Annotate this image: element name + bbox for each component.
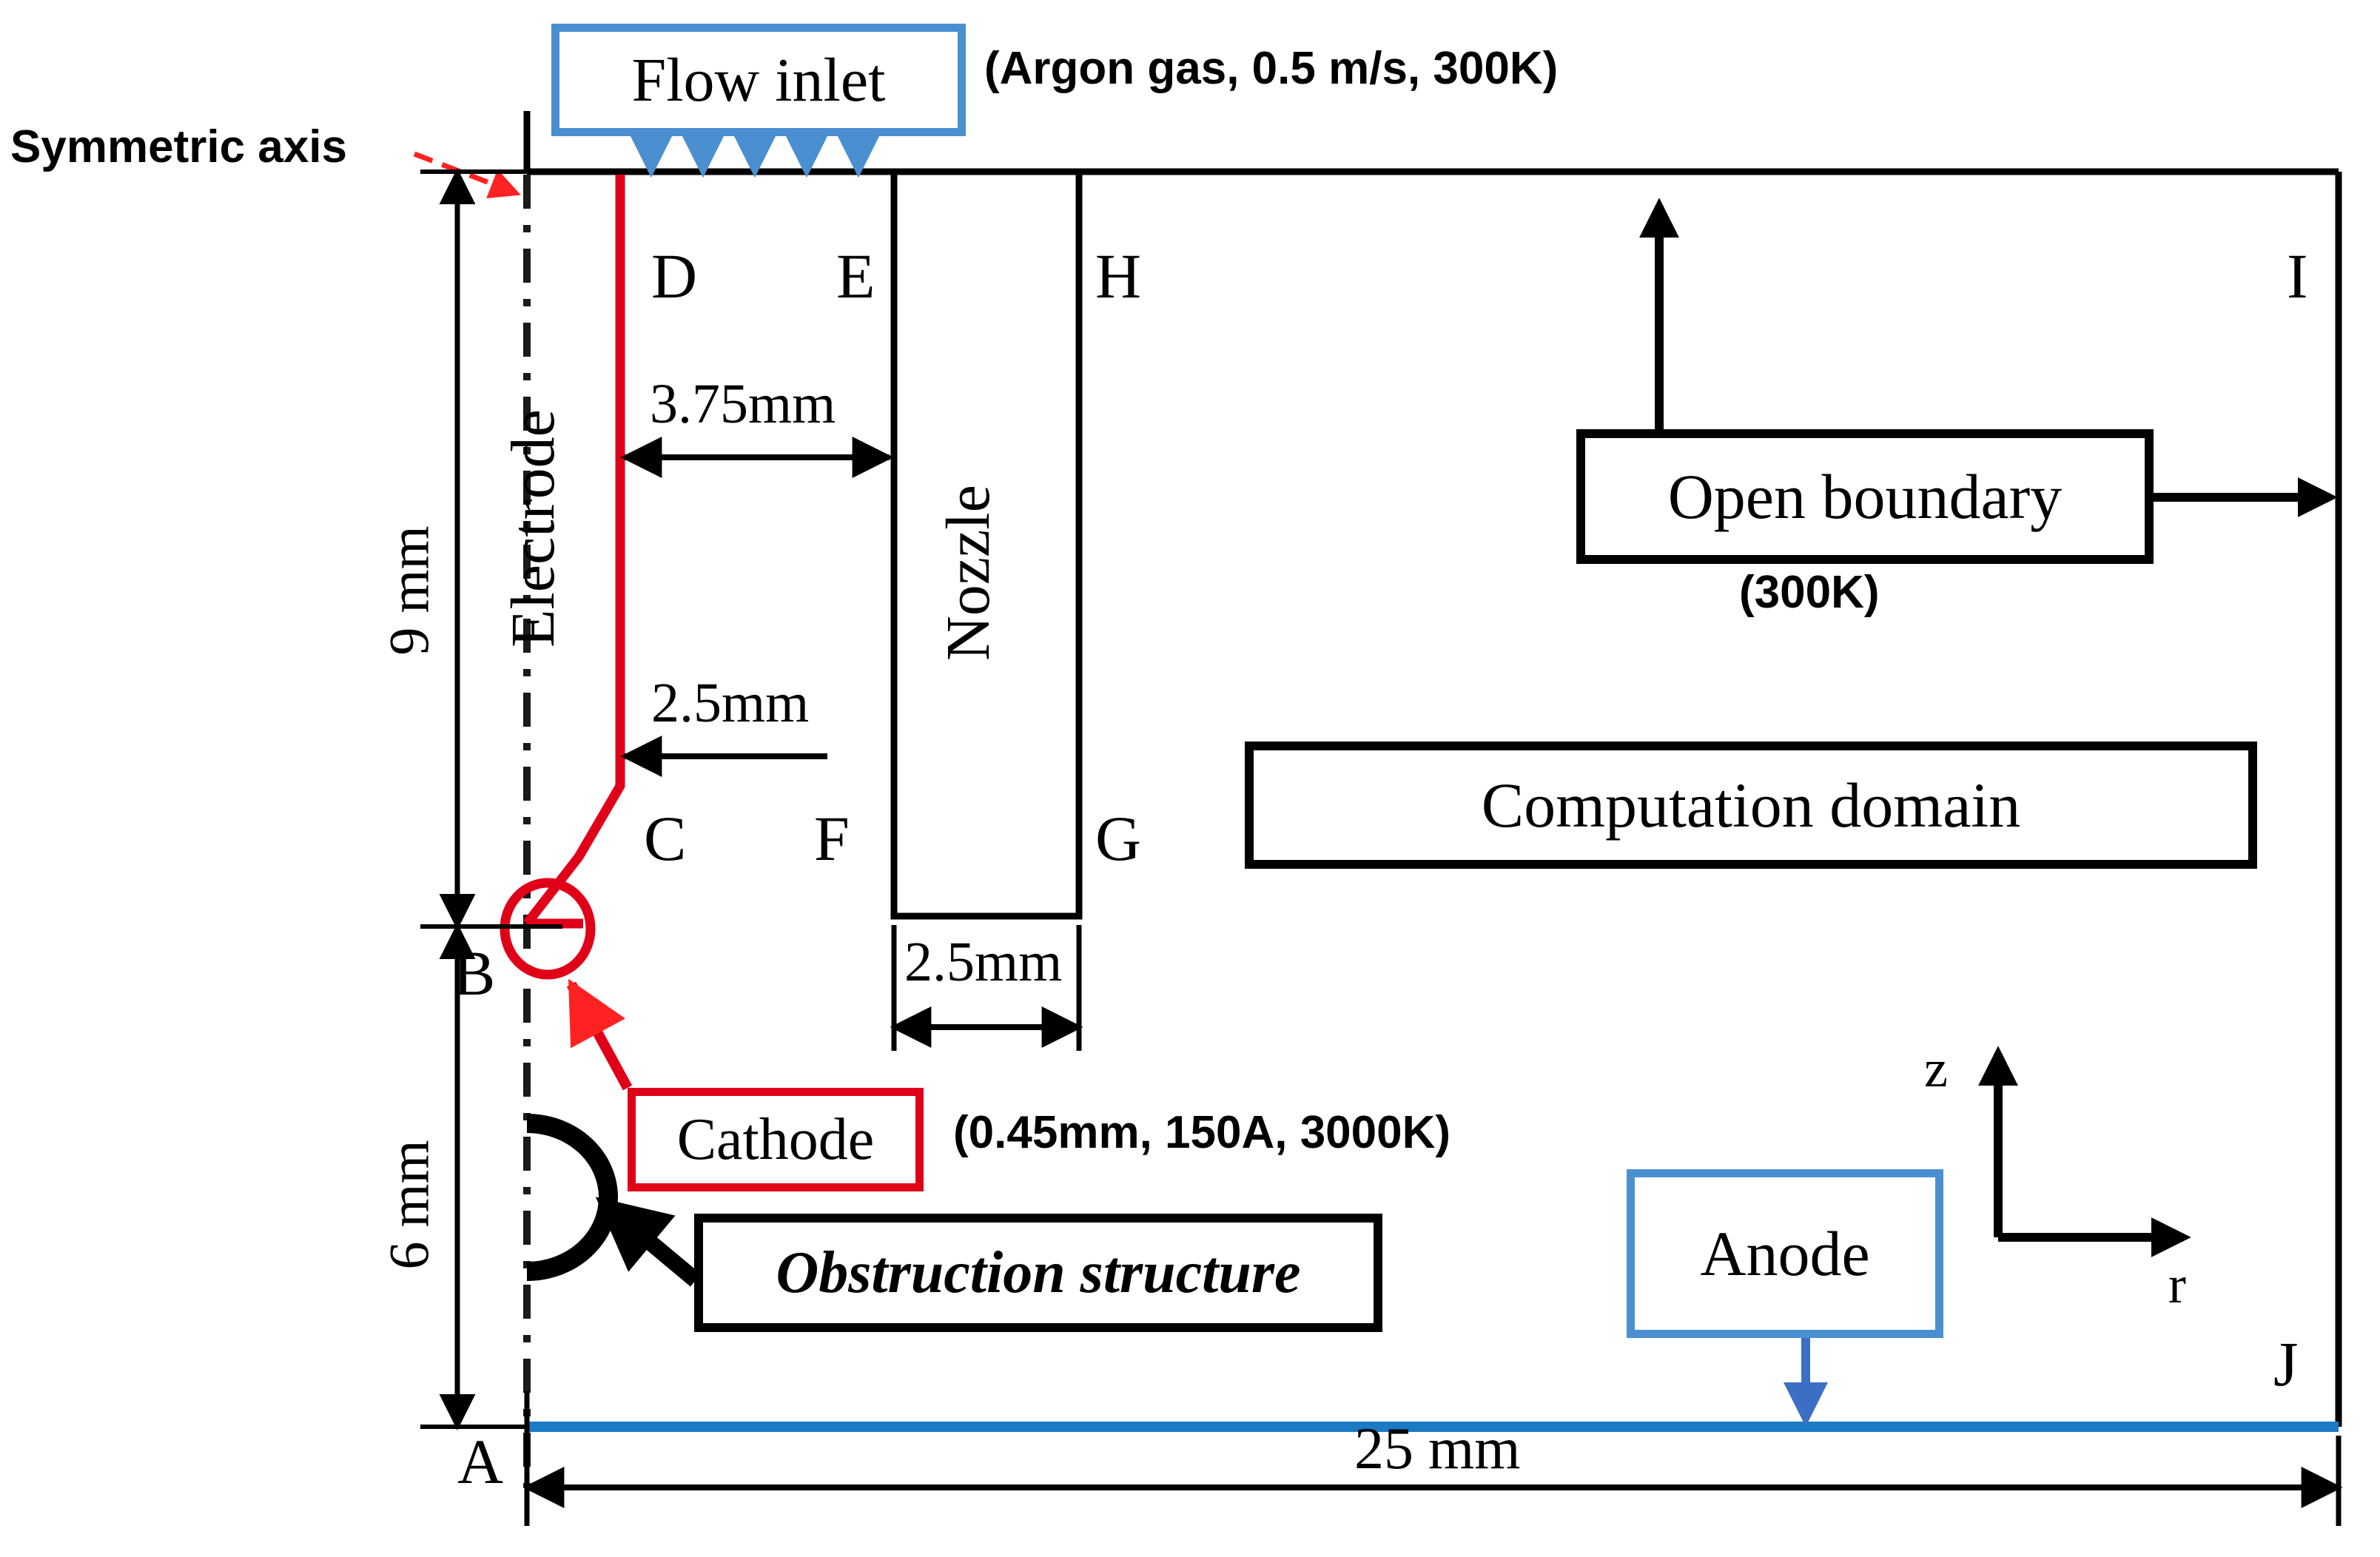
point-label-C: C — [644, 803, 687, 874]
point-label-H: H — [1095, 241, 1142, 312]
point-label-I: I — [2287, 241, 2308, 312]
electrode-label: Electrode — [498, 409, 568, 648]
obstruction-structure-box[interactable]: Obstruction structure — [694, 1214, 1382, 1332]
point-label-B: B — [453, 938, 496, 1009]
cathode-label: Cathode — [676, 1106, 875, 1172]
obstruction-structure-shape — [526, 1114, 618, 1281]
diagram-canvas: Symmetric axis Flow inlet (Argon gas, 0.… — [0, 0, 2380, 1557]
flow-inlet-label: Flow inlet — [631, 45, 886, 115]
dimension-label-9mm: 9 mm — [378, 525, 441, 656]
flow-inlet-arrows — [628, 132, 881, 178]
nozzle-label: Nozzle — [933, 485, 1003, 661]
open-boundary-box[interactable]: Open boundary — [1576, 429, 2154, 564]
point-label-E: E — [836, 241, 875, 312]
flow-inlet-params: (Argon gas, 0.5 m/s, 300K) — [984, 43, 1559, 94]
anode-label: Anode — [1700, 1218, 1870, 1289]
symmetric-axis-label: Symmetric axis — [10, 121, 347, 172]
point-label-G: G — [1095, 803, 1142, 874]
point-label-A: A — [457, 1426, 504, 1497]
dimension-label-6mm: 6 mm — [378, 1140, 441, 1270]
point-label-F: F — [814, 803, 850, 874]
dimension-label-25mm: 25 mm — [1354, 1416, 1521, 1482]
point-label-J: J — [2273, 1328, 2299, 1399]
axis-label-z: z — [1924, 1039, 1948, 1098]
computation-domain-box[interactable]: Computation domain — [1245, 741, 2257, 869]
cathode-leader-arrow — [566, 978, 633, 1091]
open-boundary-label: Open boundary — [1667, 461, 2063, 532]
dimension-label-3p75mm: 3.75mm — [650, 373, 836, 435]
flow-inlet-box[interactable]: Flow inlet — [551, 24, 966, 136]
coordinate-axes — [1978, 1046, 2191, 1257]
dimension-label-2p5mm-nozzle: 2.5mm — [904, 931, 1063, 993]
cathode-params: (0.45mm, 150A, 3000K) — [953, 1107, 1451, 1158]
computation-domain-label: Computation domain — [1481, 770, 2021, 841]
point-label-D: D — [651, 241, 698, 312]
dimension-label-2p5mm-electrode: 2.5mm — [651, 672, 810, 734]
obstruction-structure-label: Obstruction structure — [776, 1240, 1301, 1305]
anode-box[interactable]: Anode — [1627, 1169, 1943, 1338]
cathode-box[interactable]: Cathode — [628, 1088, 924, 1191]
obstruction-leader-arrow — [595, 1197, 702, 1287]
axis-label-r: r — [2168, 1255, 2186, 1314]
open-boundary-params: (300K) — [1739, 567, 1880, 618]
